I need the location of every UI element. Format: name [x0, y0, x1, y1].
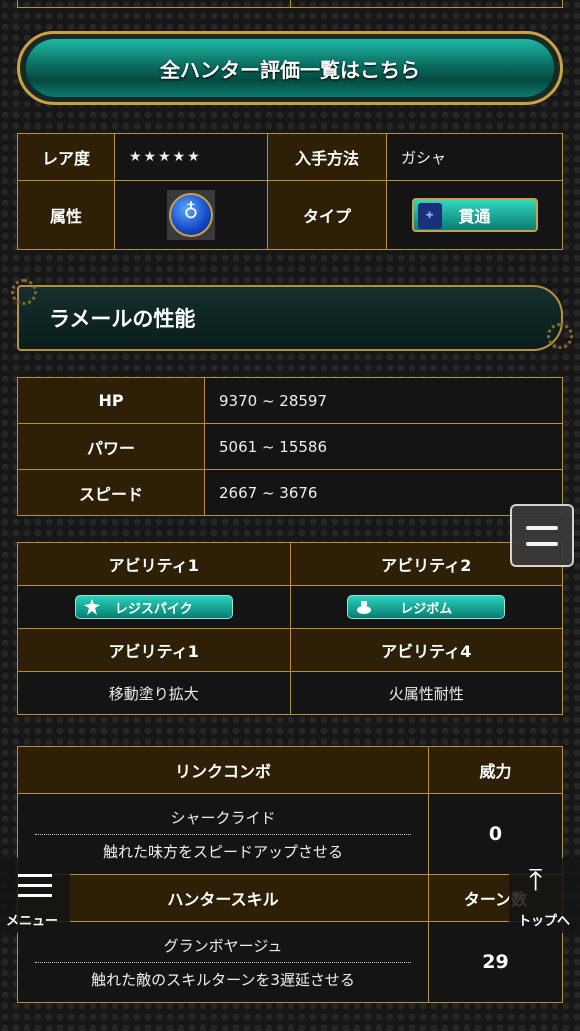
hunter-skill-cell: グランボヤージュ 触れた敵のスキルターンを3遅延させる	[17, 921, 429, 1003]
link-combo-cell: シャークライド 触れた味方をスピードアップさせる	[17, 793, 429, 875]
info-table: レア度 ★★★★★ 入手方法 ガシャ 属性 ♁ タイプ ✚ 貫通	[17, 133, 563, 250]
menu-icon	[526, 526, 558, 530]
back-to-top-button[interactable]: ⤒ トップへ	[509, 858, 580, 933]
rarity-label: レア度	[17, 133, 115, 181]
arrow-up-icon: ⤒	[529, 863, 543, 898]
link-combo-header: リンクコンボ	[17, 746, 429, 794]
stat-value: 9370 ~ 28597	[204, 377, 563, 424]
hunter-skill-description: 触れた敵のスキルターンを3遅延させる	[91, 970, 355, 989]
section-header: ラメールの性能	[11, 279, 573, 351]
power-header: 威力	[428, 746, 563, 794]
ability2-cell: レジボム	[289, 585, 563, 629]
back-to-top-label: トップへ	[518, 914, 571, 929]
gear-ornament-icon	[11, 279, 37, 305]
stat-label: HP	[17, 377, 205, 424]
ability2-name: レジボム	[400, 601, 453, 617]
ability4-value: 火属性耐性	[289, 671, 563, 715]
divider	[35, 961, 411, 963]
ability3-header: アビリティ1	[17, 628, 291, 672]
menu-button[interactable]: メニュー	[0, 858, 70, 933]
ability-table: アビリティ1 アビリティ2 レジスパイク レジボム アビリティ1 アビリティ4 …	[17, 542, 563, 715]
hunter-skill-name: グランボヤージュ	[163, 936, 283, 955]
bomb-icon	[357, 601, 372, 614]
type-cell: ✚ 貫通	[386, 180, 563, 250]
stat-value: 5061 ~ 15586	[204, 423, 563, 470]
regi-bomb-badge[interactable]: レジボム	[347, 595, 506, 619]
ability1-cell: レジスパイク	[17, 585, 291, 629]
section-title: ラメールの性能	[49, 307, 196, 331]
pierce-type-badge: ✚ 貫通	[411, 198, 538, 232]
stats-table: HP 9370 ~ 28597 パワー 5061 ~ 15586 スピード 26…	[17, 377, 563, 516]
skill-table: リンクコンボ 威力 シャークライド 触れた味方をスピードアップさせる 0 ハンタ…	[17, 746, 563, 1003]
hunter-skill-turns: 29	[428, 921, 563, 1003]
attribute-label: 属性	[17, 180, 115, 250]
stat-label: スピード	[17, 469, 205, 516]
rarity-stars: ★★★★★	[114, 133, 268, 181]
water-attribute-icon: ♁	[167, 190, 215, 240]
type-label: タイプ	[267, 180, 387, 250]
regi-spike-badge[interactable]: レジスパイク	[74, 595, 233, 619]
previous-table-edge	[17, 0, 563, 8]
ability1-name: レジスパイク	[114, 601, 193, 617]
pierce-icon: ✚	[417, 203, 442, 229]
ability1-header: アビリティ1	[17, 542, 291, 586]
spike-icon	[83, 599, 100, 615]
type-value: 貫通	[458, 207, 491, 226]
hunter-skill-header: ハンタースキル	[17, 874, 429, 922]
divider	[35, 833, 411, 835]
obtain-label: 入手方法	[267, 133, 387, 181]
gear-ornament-icon	[547, 323, 573, 349]
obtain-value: ガシャ	[386, 133, 563, 181]
menu-icon	[526, 542, 558, 546]
menu-label: メニュー	[6, 914, 59, 929]
link-combo-description: 触れた味方をスピードアップさせる	[102, 842, 343, 861]
all-hunters-rating-button[interactable]: 全ハンター評価一覧はこちら	[17, 31, 563, 105]
ability4-header: アビリティ4	[289, 628, 563, 672]
ability3-value: 移動塗り拡大	[17, 671, 291, 715]
attribute-cell: ♁	[114, 180, 268, 250]
menu-icon	[18, 874, 52, 877]
hamburger-menu-button[interactable]	[510, 504, 574, 567]
stat-label: パワー	[17, 423, 205, 470]
link-combo-name: シャークライド	[170, 808, 276, 827]
stat-value: 2667 ~ 3676	[204, 469, 563, 516]
all-hunters-rating-label: 全ハンター評価一覧はこちら	[26, 39, 554, 97]
